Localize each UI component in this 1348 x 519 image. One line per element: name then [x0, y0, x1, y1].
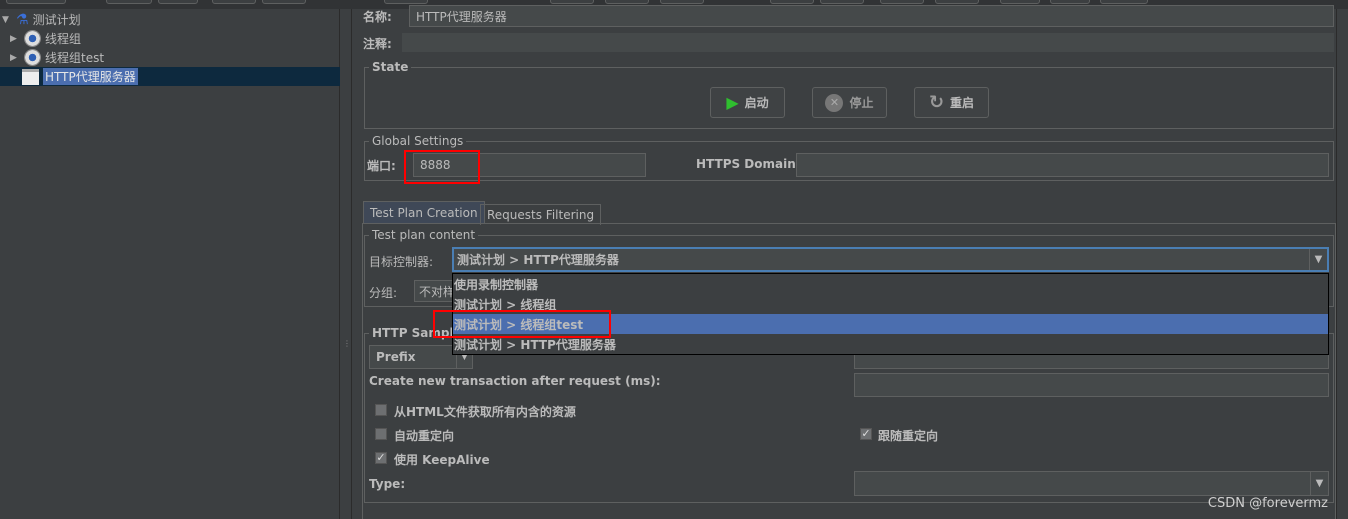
play-icon: ▶	[726, 93, 739, 112]
toolbar-button[interactable]	[158, 0, 198, 4]
https-domains-input[interactable]	[796, 153, 1329, 177]
highlight-box	[433, 310, 611, 338]
toolbar-button[interactable]	[880, 0, 924, 4]
follow-redirect-checkbox[interactable]: ✓	[860, 428, 872, 440]
type-select[interactable]: ▼	[854, 471, 1329, 496]
tree-node-http-proxy[interactable]: HTTP代理服务器	[22, 67, 138, 86]
toolbar-button[interactable]	[660, 0, 704, 4]
gear-icon	[24, 49, 41, 66]
tab-requests-filtering[interactable]: Requests Filtering	[480, 204, 602, 225]
comment-input[interactable]	[402, 33, 1334, 52]
dropdown-arrow-icon[interactable]: ▼	[1310, 472, 1328, 495]
start-button[interactable]: ▶ 启动	[710, 87, 785, 118]
toolbar-button[interactable]	[1100, 0, 1148, 4]
grouping-select[interactable]: 不对样	[414, 280, 454, 302]
toolbar-button[interactable]	[6, 0, 66, 4]
toolbar-button[interactable]	[1000, 0, 1040, 4]
name-input[interactable]: HTTP代理服务器	[409, 5, 1334, 27]
toolbar-button[interactable]	[262, 0, 306, 4]
proxy-icon	[22, 68, 39, 85]
collapse-arrow-icon[interactable]: ▶	[10, 53, 20, 63]
watermark: CSDN @forevermz	[1207, 496, 1328, 511]
tree-node-thread-group[interactable]: ▶ 线程组	[10, 29, 81, 48]
tree-node-thread-group-test[interactable]: ▶ 线程组test	[10, 48, 104, 67]
highlight-box	[404, 150, 480, 184]
restart-button[interactable]: ↻ 重启	[914, 87, 989, 118]
divider	[1336, 9, 1337, 519]
tab-test-plan-creation[interactable]: Test Plan Creation	[363, 201, 485, 224]
auto-redirect-checkbox[interactable]	[375, 428, 387, 440]
toolbar-button[interactable]	[820, 0, 864, 4]
toolbar-button[interactable]	[384, 0, 428, 4]
toolbar-button[interactable]	[106, 0, 152, 4]
stop-icon: ✕	[825, 93, 844, 112]
gear-icon	[24, 30, 41, 47]
tree-node-test-plan[interactable]: ▼ ⚗ 测试计划	[2, 10, 81, 29]
toolbar-button[interactable]	[770, 0, 814, 4]
dropdown-arrow-icon[interactable]: ▼	[1309, 249, 1327, 270]
transaction-delay-input[interactable]	[854, 373, 1329, 397]
collapse-arrow-icon[interactable]: ▶	[10, 34, 20, 44]
toolbar-button[interactable]	[605, 0, 649, 4]
toolbar-button[interactable]	[212, 0, 256, 4]
expand-arrow-icon[interactable]: ▼	[2, 15, 12, 25]
toolbar-button[interactable]	[1050, 0, 1090, 4]
flask-icon: ⚗	[16, 11, 29, 28]
fetch-resources-checkbox[interactable]	[375, 404, 387, 416]
toolbar-button[interactable]	[550, 0, 594, 4]
restart-icon: ↻	[928, 92, 945, 113]
stop-button[interactable]: ✕ 停止	[812, 87, 887, 118]
splitter-handle[interactable]: ⋮	[341, 9, 352, 519]
toolbar-button[interactable]	[935, 0, 979, 4]
target-controller-select[interactable]: 测试计划 > HTTP代理服务器 ▼	[452, 247, 1329, 272]
dropdown-option[interactable]: 使用录制控制器	[453, 274, 1328, 294]
keepalive-checkbox[interactable]: ✓	[375, 452, 387, 464]
